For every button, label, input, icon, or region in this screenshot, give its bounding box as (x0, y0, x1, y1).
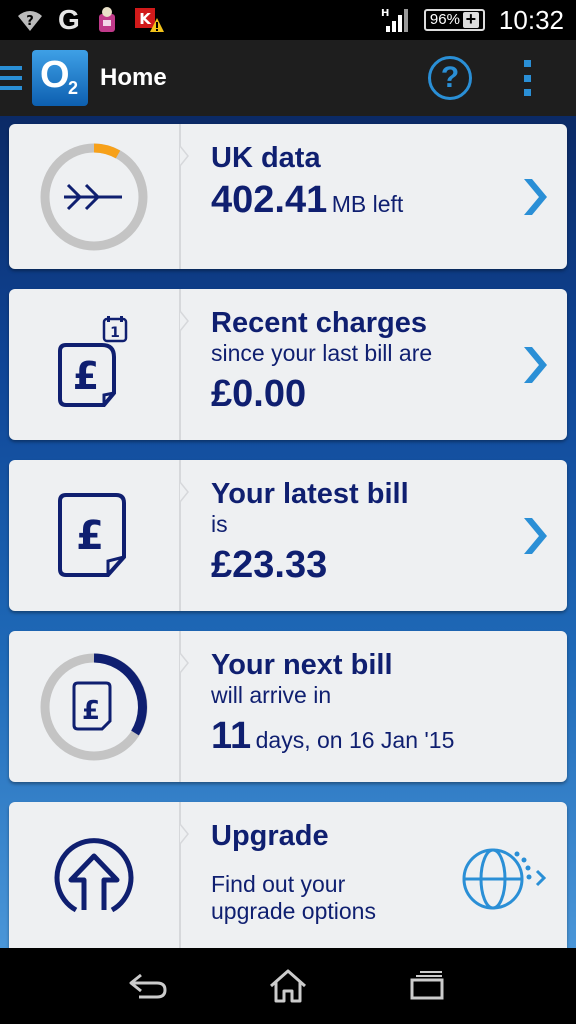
help-icon: ? (440, 61, 460, 94)
latest-bill-card[interactable]: £ Your latest bill is £23.33 (9, 460, 567, 611)
home-button[interactable] (258, 961, 318, 1011)
pound-symbol: £ (73, 354, 99, 398)
card-notch (180, 653, 189, 673)
data-usage-gauge (9, 124, 179, 269)
charging-icon: + (462, 10, 479, 28)
data-transfer-icon (64, 183, 122, 210)
upgrade-card[interactable]: Upgrade Find out your upgrade options (9, 802, 567, 948)
latest-bill-title: Your latest bill (211, 478, 409, 510)
upgrade-text: Upgrade Find out your upgrade options (211, 820, 467, 925)
notification-app-icon (94, 5, 120, 35)
data-ring-icon (40, 143, 148, 250)
o2-logo[interactable]: O 2 (32, 50, 88, 106)
card-notch (180, 824, 189, 844)
upgrade-line-1: Find out your (211, 871, 346, 897)
globe-icon (462, 848, 547, 910)
home-content: UK data 402.41 MB left £ 1 Recent charge… (0, 116, 576, 948)
upgrade-arrow-icon (54, 838, 134, 913)
bill-document-icon: £ (58, 492, 126, 577)
latest-bill-amount: £23.33 (211, 544, 328, 586)
overflow-menu-icon[interactable] (522, 60, 532, 96)
google-icon: G (58, 4, 80, 35)
back-button[interactable] (119, 961, 179, 1011)
uk-data-text: UK data 402.41 MB left (211, 142, 507, 222)
uk-data-value-row: 402.41 MB left (211, 179, 507, 222)
chevron-right-icon (524, 178, 547, 215)
uk-data-amount: 402.41 (211, 179, 328, 221)
warning-app-icon: K (134, 5, 164, 35)
pound-symbol: £ (76, 513, 104, 559)
recent-charges-title: Recent charges (211, 307, 427, 339)
next-bill-date-text: days, on 16 Jan '15 (255, 727, 455, 753)
next-bill-text: Your next bill will arrive in 11 days, o… (211, 649, 507, 758)
next-bill-days-row: 11 days, on 16 Jan '15 (211, 715, 507, 758)
recent-charges-amount: £0.00 (211, 373, 307, 415)
pound-symbol: £ (82, 696, 100, 726)
upgrade-title: Upgrade (211, 820, 329, 852)
next-bill-title: Your next bill (211, 649, 393, 681)
svg-text:?: ? (26, 14, 34, 29)
help-button[interactable]: ? (428, 56, 472, 100)
recent-apps-button[interactable] (397, 961, 457, 1011)
card-notch (180, 482, 189, 502)
status-bar: ? G K H 96% + 10:32 (0, 0, 576, 40)
signal-icon: H (380, 5, 410, 35)
recent-charges-text: Recent charges since your last bill are … (211, 307, 507, 416)
card-notch (180, 311, 189, 331)
latest-bill-text: Your latest bill is £23.33 (211, 478, 507, 587)
clock: 10:32 (498, 4, 564, 35)
status-right-icons: H 96% + 10:32 (380, 5, 564, 36)
card-notch (180, 146, 189, 166)
page-title: Home (100, 64, 167, 91)
bill-countdown-ring-icon: £ (40, 653, 148, 760)
bill-calendar-icon: £ 1 (58, 315, 128, 407)
action-bar: O 2 Home ? (0, 40, 576, 116)
chevron-right-icon (524, 517, 547, 554)
chevron-right-icon (524, 346, 547, 383)
latest-bill-subtitle: is (211, 511, 228, 537)
recent-apps-icon (410, 971, 444, 1000)
bill-mini-icon: £ (72, 681, 112, 730)
next-bill-subtitle: will arrive in (211, 682, 332, 708)
signal-type-label: H (381, 8, 389, 19)
upgrade-line-2: upgrade options (211, 898, 376, 924)
recent-charges-subtitle: since your last bill are (211, 340, 433, 366)
battery-level: 96% (429, 11, 460, 28)
back-icon (129, 973, 167, 999)
wifi-question-icon: ? (16, 5, 44, 35)
nav-drawer-icon[interactable] (0, 63, 26, 93)
status-left-icons: ? G K (16, 4, 164, 35)
uk-data-card[interactable]: UK data 402.41 MB left (9, 124, 567, 269)
recent-charges-card[interactable]: £ 1 Recent charges since your last bill … (9, 289, 567, 440)
calendar-number: 1 (110, 325, 120, 341)
uk-data-title: UK data (211, 142, 321, 174)
next-bill-days: 11 (211, 715, 252, 757)
svg-text:K: K (139, 10, 152, 28)
next-bill-card: £ Your next bill will arrive in 11 days,… (9, 631, 567, 782)
uk-data-unit: MB left (331, 191, 404, 217)
battery-indicator: 96% + (423, 9, 485, 31)
logo-subscript: 2 (68, 78, 79, 98)
logo-letter: O (40, 54, 70, 96)
home-icon (269, 969, 306, 1003)
system-nav-bar (0, 948, 576, 1024)
